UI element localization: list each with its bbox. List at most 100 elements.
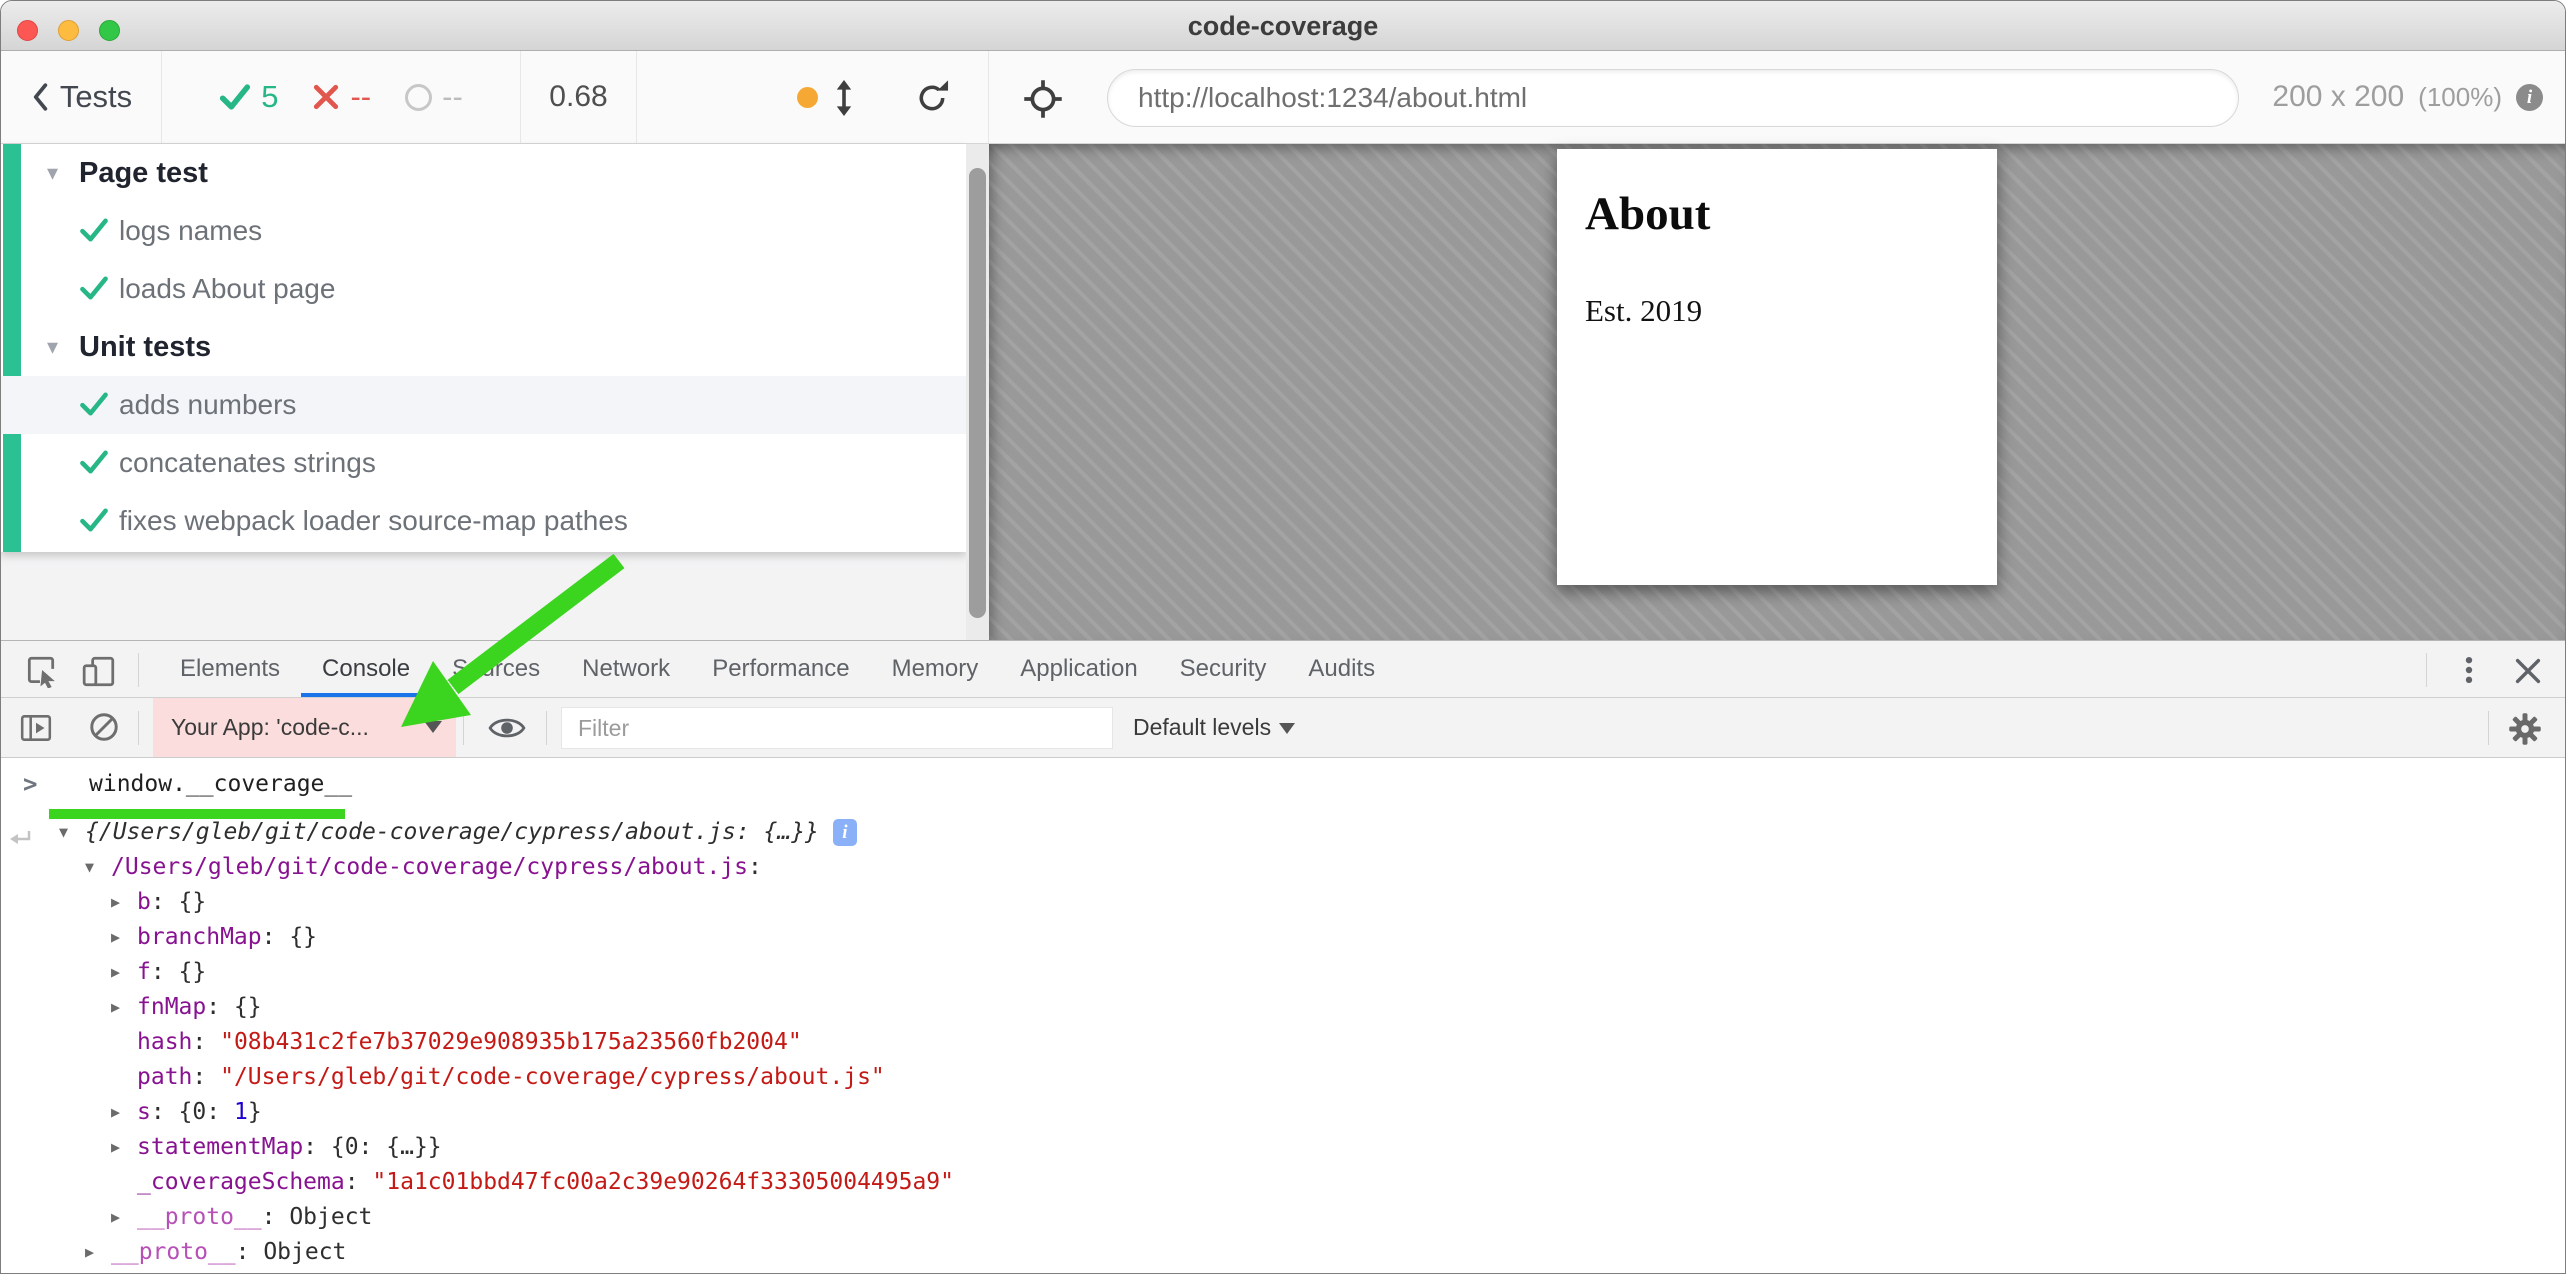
disclosure-triangle-icon[interactable]: ▶ [111,885,137,920]
disclosure-triangle-icon[interactable]: ▶ [111,920,137,955]
disclosure-triangle-icon[interactable]: ▶ [85,1235,111,1270]
x-icon [312,83,340,111]
console-text: : {0: [151,1099,234,1125]
aut-url[interactable]: http://localhost:1234/about.html [1107,69,2239,127]
suite-header[interactable]: ▾Unit tests [1,318,966,376]
gear-icon[interactable] [2507,711,2543,747]
disclosure-triangle-icon[interactable]: ▶ [111,1095,137,1130]
console-row: ▶__proto__: Object [1,1235,2565,1270]
disclosure-triangle-icon[interactable]: ▼ [59,815,85,850]
tab-network[interactable]: Network [561,641,691,697]
run-duration: 0.68 [549,80,607,114]
console-text: : {} [151,889,206,915]
console-text: : Object [262,1204,373,1230]
console-text: "1a1c01bbd47fc00a2c39e90264f33305004495a… [372,1169,954,1195]
toolbar-section-timer: 0.68 [521,51,637,143]
console-text: f [137,959,151,985]
clear-console-icon[interactable] [87,710,121,744]
console-row: ▶__proto__: Object [1,1200,2565,1235]
separator [2426,653,2427,687]
scrollbar-thumb[interactable] [969,168,986,618]
disclosure-triangle-icon[interactable]: ▶ [111,955,137,990]
disclosure-triangle-icon[interactable]: ▶ [111,1200,137,1235]
runner-panel: ▾Page testlogs names loads About page ▾Uni… [1,144,966,640]
eye-icon[interactable] [488,713,526,743]
stat-passed: 5 [219,79,278,115]
disclosure-triangle-icon[interactable]: ▶ [111,1130,137,1165]
chevron-down-icon[interactable]: ▾ [47,160,58,186]
selector-crosshair-icon[interactable] [1023,79,1063,119]
aut-subheading: Est. 2019 [1585,293,1969,329]
console-row: ▼/Users/gleb/git/code-coverage/cypress/a… [1,850,2565,885]
pending-circle-icon [405,84,432,111]
console-text: b [137,889,151,915]
log-levels-dropdown[interactable]: Default levels [1133,698,1295,757]
check-icon [219,82,251,112]
check-icon [79,506,109,534]
prompt-chevron-icon: > [23,765,37,803]
console-text: s [137,1099,151,1125]
tab-performance[interactable]: Performance [691,641,870,697]
tab-memory[interactable]: Memory [871,641,1000,697]
console-row: ▶f: {} [1,955,2565,990]
console-text: : [192,1029,220,1055]
test-row[interactable]: logs names [1,202,966,260]
command-log: ▾Page testlogs names loads About page ▾Uni… [1,144,966,552]
check-icon [79,448,109,476]
stat-pending-count: -- [442,79,463,115]
console-prompt-row[interactable]: > window.__coverage__ [1,765,2565,803]
toolbar-section-tests: Tests [1,51,161,143]
console-text: fnMap [137,994,206,1020]
stat-pending: -- [405,79,463,115]
viewport-zoom: (100%) [2418,82,2502,113]
suite-header[interactable]: ▾Page test [1,144,966,202]
filter-input[interactable] [561,707,1113,749]
console-text: _coverageSchema [137,1169,345,1195]
disclosure-triangle-icon[interactable]: ▼ [85,850,111,885]
console-text: : {} [206,994,261,1020]
console-text: : {0: {…}} [303,1134,441,1160]
test-row[interactable]: concatenates strings [1,434,966,492]
tab-elements[interactable]: Elements [159,641,301,697]
tab-console[interactable]: Console [301,641,431,697]
test-row[interactable]: adds numbers [1,376,966,434]
console-text: __proto__ [137,1204,262,1230]
toolbar-section-controls [637,51,989,143]
panel-splitter[interactable] [966,144,989,640]
window-title: code-coverage [1,1,2565,51]
tab-security[interactable]: Security [1159,641,1288,697]
chevron-down-icon[interactable]: ▾ [47,334,58,360]
console-context-selector[interactable]: Your App: 'code-c... [153,698,456,757]
tab-sources[interactable]: Sources [431,641,561,697]
return-arrow-icon [9,829,33,847]
chevron-down-icon [424,721,442,733]
up-down-arrow-icon[interactable] [833,80,855,116]
viewport-info: 200 x 200 (100%) i [2272,51,2543,143]
separator [138,653,139,687]
console-row: ▶branchMap: {} [1,920,2565,955]
console-text: : [748,854,762,880]
scroll-dot-icon[interactable] [797,87,818,108]
info-icon[interactable]: i [2516,84,2543,111]
close-devtools-icon[interactable] [2513,656,2543,686]
tab-application[interactable]: Application [999,641,1158,697]
refresh-icon[interactable] [913,79,951,117]
console-output: > window.__coverage__ ▼{/Users/gleb/git/… [1,759,2565,1273]
test-name: fixes webpack loader source-map pathes [119,505,628,537]
kebab-icon[interactable] [2454,654,2484,686]
console-row: path: "/Users/gleb/git/code-coverage/cyp… [1,1060,2565,1095]
disclosure-triangle-icon[interactable]: ▶ [111,990,137,1025]
inspect-icon[interactable] [24,654,58,688]
back-to-tests-button[interactable]: Tests [30,79,132,115]
console-row: hash: "08b431c2fe7b37029e908935b175a2356… [1,1025,2565,1060]
test-list: ▾Page testlogs names loads About page ▾Uni… [1,144,966,550]
console-sidebar-icon[interactable] [19,712,53,744]
test-row[interactable]: loads About page [1,260,966,318]
test-name: loads About page [119,273,335,305]
test-row[interactable]: fixes webpack loader source-map pathes [1,492,966,550]
check-icon [79,390,109,418]
device-toolbar-icon[interactable] [81,654,117,688]
console-row: ▼{/Users/gleb/git/code-coverage/cypress/… [1,815,2565,850]
tab-audits[interactable]: Audits [1287,641,1396,697]
info-badge-icon[interactable]: i [833,819,857,846]
